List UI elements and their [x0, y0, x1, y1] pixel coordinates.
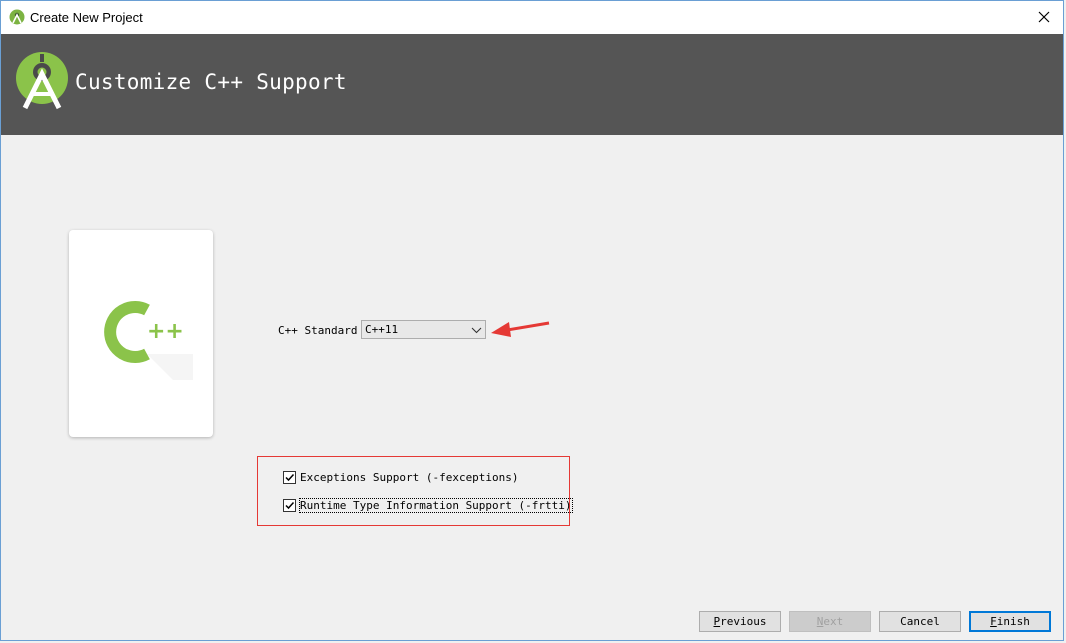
previous-mnemonic: P — [713, 615, 721, 628]
previous-label: revious — [720, 615, 767, 628]
next-label: ext — [823, 615, 844, 628]
annotation-highlight-box — [257, 456, 570, 526]
checkmark-icon — [285, 473, 295, 481]
cpp-plus-text: ++ — [147, 319, 184, 344]
annotation-arrow-icon — [491, 321, 550, 337]
cpp-standard-dropdown[interactable]: C++11 — [361, 320, 486, 339]
cpp-standard-label: C++ Standard — [278, 324, 358, 337]
finish-label: inish — [996, 615, 1030, 628]
rtti-checkbox[interactable] — [283, 498, 296, 512]
chevron-down-icon — [471, 327, 482, 334]
rtti-label: Runtime Type Information Support (-frtti… — [299, 497, 573, 513]
cpp-card: ++ — [69, 230, 213, 437]
title-bar: Create New Project — [1, 1, 1063, 34]
close-icon — [1038, 11, 1050, 23]
android-studio-small-icon — [9, 9, 25, 25]
cpp-icon: ++ — [104, 301, 193, 380]
exceptions-label: Exceptions Support (-fexceptions) — [300, 470, 519, 484]
cancel-button[interactable]: Cancel — [879, 611, 961, 632]
exceptions-checkbox[interactable] — [283, 470, 296, 484]
header-banner: Customize C++ Support — [1, 34, 1063, 135]
exceptions-option[interactable]: Exceptions Support (-fexceptions) — [283, 469, 519, 485]
create-project-window: Create New Project Customize C++ Support… — [0, 0, 1064, 641]
close-button[interactable] — [1029, 3, 1059, 31]
next-mnemonic: N — [816, 615, 824, 628]
next-button[interactable]: Next — [789, 611, 871, 632]
finish-mnemonic: F — [990, 615, 997, 628]
window-title: Create New Project — [30, 10, 143, 25]
cancel-label: Cancel — [900, 615, 940, 628]
previous-button[interactable]: Previous — [699, 611, 781, 632]
finish-button[interactable]: Finish — [969, 611, 1051, 632]
checkmark-icon — [285, 501, 295, 509]
android-studio-icon — [16, 52, 68, 110]
rtti-option[interactable]: Runtime Type Information Support (-frtti… — [283, 497, 573, 513]
page-title: Customize C++ Support — [75, 70, 347, 94]
cpp-standard-value: C++11 — [365, 323, 399, 336]
